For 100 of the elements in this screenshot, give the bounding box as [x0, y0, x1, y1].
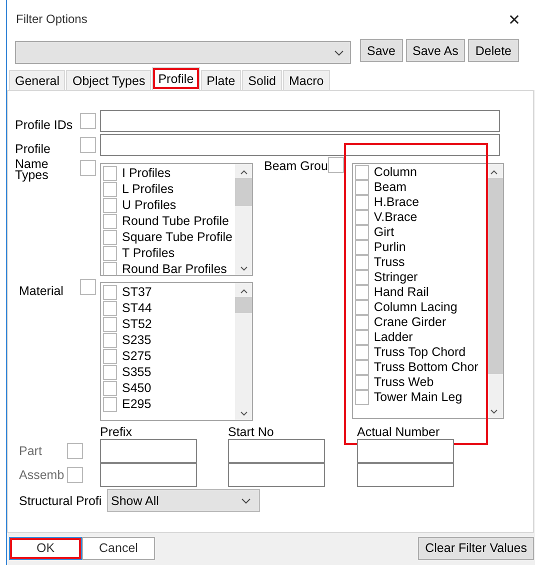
profile-ids-input[interactable] — [100, 110, 500, 132]
checkbox[interactable] — [80, 137, 96, 153]
checkbox[interactable] — [354, 360, 369, 375]
number-input[interactable] — [228, 463, 325, 487]
checkbox[interactable] — [80, 160, 96, 176]
checkbox[interactable] — [354, 180, 369, 195]
toolbar-button[interactable]: Save As — [406, 39, 466, 62]
checkbox[interactable] — [328, 157, 344, 173]
list-item[interactable]: Stringer — [374, 270, 418, 285]
checkbox[interactable] — [80, 113, 96, 129]
list-item[interactable]: Hand Rail — [374, 285, 429, 300]
list-item[interactable]: ST44 — [122, 300, 152, 316]
checkbox[interactable] — [103, 246, 117, 260]
checkbox[interactable] — [103, 166, 117, 180]
scrollbar-thumb[interactable] — [235, 178, 252, 206]
list-item[interactable]: S275 — [122, 348, 152, 364]
checkbox[interactable] — [354, 285, 369, 300]
number-input[interactable] — [357, 463, 454, 487]
scrollbar[interactable] — [235, 283, 252, 420]
list-item[interactable]: Column — [374, 165, 417, 180]
tab[interactable]: Macro — [282, 70, 330, 90]
list-item[interactable]: ST37 — [122, 284, 152, 300]
checkbox[interactable] — [103, 214, 117, 228]
checkbox[interactable] — [354, 300, 369, 315]
checkbox[interactable] — [354, 330, 369, 345]
checkbox[interactable] — [103, 230, 117, 244]
list-item[interactable]: Truss Web — [374, 375, 434, 390]
list-item[interactable]: L Profiles — [122, 182, 174, 196]
checkbox[interactable] — [354, 195, 369, 210]
toolbar-button[interactable]: Delete — [468, 39, 519, 62]
checkbox[interactable] — [354, 210, 369, 225]
list-item[interactable]: H.Brace — [374, 195, 420, 210]
field-label: Profile — [14, 142, 52, 156]
chevron-down-icon — [240, 411, 248, 416]
list-item[interactable]: Tower Main Leg — [374, 390, 462, 405]
checkbox[interactable] — [103, 262, 117, 275]
list-item[interactable]: S450 — [122, 380, 152, 396]
field-label: Part — [18, 444, 43, 458]
checkbox[interactable] — [103, 396, 117, 412]
list-item[interactable]: Round Tube Profile — [122, 214, 230, 228]
tab[interactable]: Object Types — [66, 70, 152, 90]
checkbox[interactable] — [354, 315, 369, 330]
list-item[interactable]: E295 — [122, 396, 152, 412]
toolbar-button[interactable]: Save — [360, 39, 402, 62]
checkbox[interactable] — [103, 198, 117, 212]
list-item[interactable]: I Profiles — [122, 166, 171, 180]
tab[interactable]: Profile — [152, 67, 200, 90]
dialog-button[interactable]: Cancel — [82, 536, 155, 560]
list-item[interactable]: Girt — [374, 225, 394, 240]
structural-profile-dropdown[interactable]: Show All — [107, 489, 260, 512]
list-item[interactable]: Purlin — [374, 240, 406, 255]
list-item[interactable]: Square Tube Profile — [122, 230, 232, 244]
checkbox[interactable] — [354, 165, 369, 180]
checkbox[interactable] — [354, 390, 369, 405]
checkbox[interactable] — [80, 279, 96, 295]
number-input[interactable] — [100, 439, 197, 463]
profile-input[interactable] — [100, 134, 500, 156]
list-item[interactable]: U Profiles — [122, 198, 176, 212]
number-input[interactable] — [357, 439, 454, 463]
tab[interactable]: Solid — [242, 70, 282, 90]
chevron-down-icon — [334, 50, 344, 56]
column-header: Start No — [228, 425, 275, 439]
tab[interactable]: General — [9, 70, 66, 90]
list-item[interactable]: Round Bar Profiles — [122, 262, 227, 275]
dialog-button[interactable]: OK — [9, 536, 82, 560]
checkbox[interactable] — [103, 284, 117, 300]
list-item[interactable]: Crane Girder — [374, 315, 446, 330]
checkbox[interactable] — [103, 348, 117, 364]
list-item[interactable]: Truss Top Chord — [374, 345, 466, 360]
checkbox[interactable] — [103, 182, 117, 196]
clear-filter-button[interactable]: Clear Filter Values — [418, 536, 534, 560]
list-item[interactable]: S235 — [122, 332, 152, 348]
list-item[interactable]: ST52 — [122, 316, 152, 332]
field-label: Material — [18, 284, 64, 298]
checkbox[interactable] — [103, 316, 117, 332]
close-button[interactable]: ✕ — [502, 8, 527, 30]
checkbox[interactable] — [354, 255, 369, 270]
list-item[interactable]: Truss — [374, 255, 405, 270]
list-item[interactable]: Ladder — [374, 330, 413, 345]
checkbox[interactable] — [103, 364, 117, 380]
checkbox[interactable] — [354, 345, 369, 360]
list-item[interactable]: Beam — [374, 180, 407, 195]
checkbox[interactable] — [103, 332, 117, 348]
scrollbar-thumb[interactable] — [235, 297, 252, 313]
list-item[interactable]: T Profiles — [122, 246, 175, 260]
checkbox[interactable] — [354, 270, 369, 285]
list-item[interactable]: Truss Bottom Chor — [374, 360, 478, 375]
checkbox[interactable] — [103, 380, 117, 396]
checkbox[interactable] — [354, 375, 369, 390]
tab[interactable]: Plate — [200, 70, 242, 90]
list-item[interactable]: Column Lacing — [374, 300, 458, 315]
checkbox[interactable] — [354, 240, 369, 255]
checkbox[interactable] — [354, 225, 369, 240]
number-input[interactable] — [100, 463, 197, 487]
checkbox[interactable] — [103, 300, 117, 316]
list-item[interactable]: V.Brace — [374, 210, 418, 225]
number-input[interactable] — [228, 439, 325, 463]
list-item[interactable]: S355 — [122, 364, 152, 380]
filter-set-dropdown[interactable] — [15, 41, 351, 64]
scrollbar[interactable] — [235, 164, 252, 275]
